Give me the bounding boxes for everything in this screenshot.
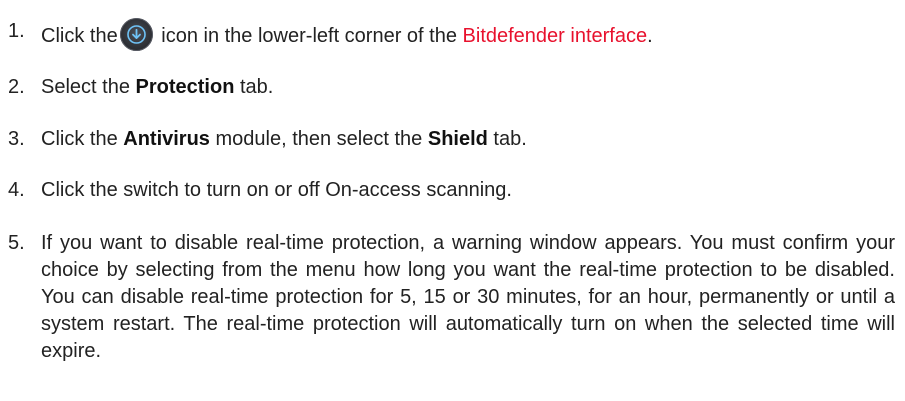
step-text: Click the Antivirus module, then select …	[41, 126, 895, 153]
step-text: Click the icon in the lower-left corner …	[41, 18, 895, 51]
protection-tab-label: Protection	[135, 76, 235, 98]
step-text-middle: module, then select the	[209, 128, 428, 150]
step-4: 4. Click the switch to turn on or off On…	[8, 177, 895, 204]
step-text-end: .	[647, 25, 653, 47]
step-text: Click the switch to turn on or off On-ac…	[41, 179, 512, 201]
step-2: 2. Select the Protection tab.	[8, 74, 895, 101]
step-text: Select the Protection tab.	[41, 74, 895, 101]
step-text-end: tab.	[234, 76, 274, 98]
step-text-middle: icon in the lower-left corner of the	[155, 25, 463, 47]
step-number: 5.	[8, 232, 25, 254]
shield-tab-label: Shield	[427, 128, 488, 150]
step-text: If you want to disable real-time protect…	[41, 232, 895, 362]
bitdefender-interface-link[interactable]: Bitdefender interface	[463, 25, 648, 47]
step-5: 5. If you want to disable real-time prot…	[8, 230, 895, 365]
step-3: 3. Click the Antivirus module, then sele…	[8, 126, 895, 153]
step-number: 2.	[8, 76, 25, 98]
step-1: 1. Click the icon in the lower-left corn…	[8, 18, 895, 51]
step-number: 3.	[8, 128, 25, 150]
antivirus-module-label: Antivirus	[123, 128, 210, 150]
step-number: 1.	[8, 20, 25, 42]
step-text-start: Click the	[41, 128, 124, 150]
step-text-start: Select the	[41, 76, 136, 98]
step-text-end: tab.	[487, 128, 527, 150]
download-arrow-icon	[119, 18, 153, 51]
step-text-start: Click the	[41, 25, 118, 47]
step-number: 4.	[8, 179, 25, 201]
